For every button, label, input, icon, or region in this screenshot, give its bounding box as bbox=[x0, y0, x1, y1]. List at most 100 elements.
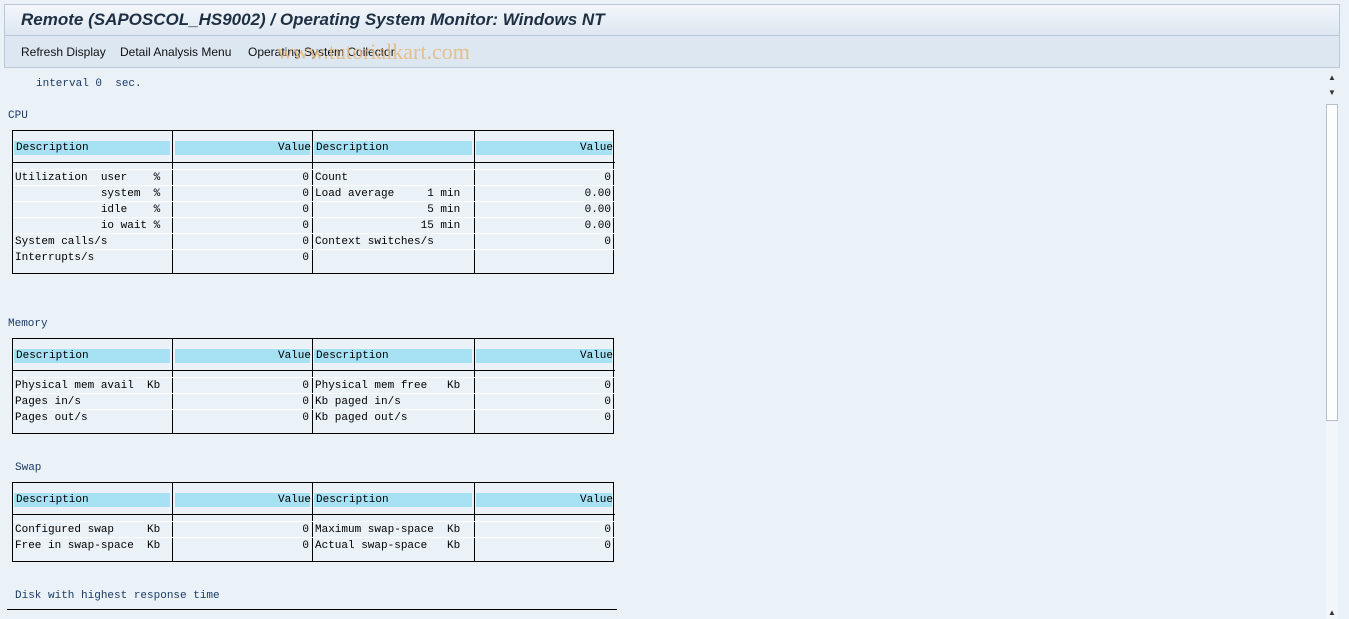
detail-analysis-menu-button[interactable]: Detail Analysis Menu bbox=[120, 45, 231, 59]
description-cell: Interrupts/s bbox=[15, 252, 95, 264]
description-cell: Maximum swap-space Kb bbox=[315, 524, 461, 536]
row-separator bbox=[14, 377, 614, 378]
description-cell: Kb paged out/s bbox=[315, 412, 408, 424]
value-cell: 0 bbox=[604, 396, 611, 408]
description-cell: System calls/s bbox=[15, 236, 108, 248]
description-cell: Pages in/s bbox=[15, 396, 82, 408]
report-area: interval 0 sec. CPU Description Value Desc… bbox=[4, 69, 1324, 619]
description-cell: 5 min bbox=[315, 204, 461, 216]
scroll-up-icon[interactable]: ▲ bbox=[1326, 72, 1338, 84]
scroll-down-icon[interactable]: ▼ bbox=[1326, 87, 1338, 99]
description-cell: Kb paged in/s bbox=[315, 396, 401, 408]
value-cell: 0 bbox=[302, 204, 309, 216]
value-cell: 0.00 bbox=[584, 204, 611, 216]
disk-section-label: Disk with highest response time bbox=[15, 590, 220, 602]
value-cell: 0 bbox=[302, 172, 309, 184]
description-cell: Load average 1 min bbox=[315, 188, 461, 200]
column-header-value: Value bbox=[277, 350, 311, 362]
description-cell: Physical mem free Kb bbox=[315, 380, 461, 392]
value-cell: 0 bbox=[604, 236, 611, 248]
refresh-display-button[interactable]: Refresh Display bbox=[21, 45, 106, 59]
description-cell: Actual swap-space Kb bbox=[315, 540, 461, 552]
value-cell: 0 bbox=[302, 412, 309, 424]
interval-unit: sec. bbox=[115, 78, 142, 90]
value-cell: 0 bbox=[302, 252, 309, 264]
row-separator bbox=[14, 409, 614, 410]
column-header-description: Description bbox=[316, 142, 389, 154]
description-cell: Physical mem avail Kb bbox=[15, 380, 161, 392]
description-cell: 15 min bbox=[315, 220, 461, 232]
swap-section-label: Swap bbox=[15, 462, 42, 474]
value-cell: 0 bbox=[302, 236, 309, 248]
description-cell: Free in swap-space Kb bbox=[15, 540, 161, 552]
column-divider bbox=[474, 339, 475, 433]
column-header-description: Description bbox=[316, 350, 389, 362]
value-cell: 0.00 bbox=[584, 188, 611, 200]
description-cell: Utilization user % bbox=[15, 172, 161, 184]
description-cell: Pages out/s bbox=[15, 412, 88, 424]
column-header-value: Value bbox=[277, 494, 311, 506]
title-bar: Remote (SAPOSCOL_HS9002) / Operating Sys… bbox=[4, 4, 1340, 35]
row-separator bbox=[14, 217, 614, 218]
column-divider bbox=[474, 483, 475, 561]
column-divider bbox=[474, 131, 475, 273]
description-cell: idle % bbox=[15, 204, 161, 216]
row-separator bbox=[14, 537, 614, 538]
header-divider bbox=[13, 370, 615, 371]
header-divider bbox=[13, 162, 615, 163]
value-cell: 0 bbox=[302, 380, 309, 392]
window-title: Remote (SAPOSCOL_HS9002) / Operating Sys… bbox=[21, 10, 605, 29]
interval-line: interval 0 sec. bbox=[36, 78, 142, 90]
value-cell: 0.00 bbox=[584, 220, 611, 232]
row-separator bbox=[14, 233, 614, 234]
header-divider bbox=[13, 514, 615, 515]
application-toolbar: Refresh Display Detail Analysis Menu Ope… bbox=[4, 35, 1340, 68]
description-cell: io wait % bbox=[15, 220, 161, 232]
column-header-value: Value bbox=[579, 494, 613, 506]
column-divider bbox=[172, 339, 173, 433]
cpu-section-label: CPU bbox=[8, 110, 28, 122]
column-divider bbox=[172, 131, 173, 273]
value-cell: 0 bbox=[302, 220, 309, 232]
column-header-description: Description bbox=[316, 494, 389, 506]
interval-label: interval bbox=[36, 78, 89, 90]
description-cell: Context switches/s bbox=[315, 236, 434, 248]
value-cell: 0 bbox=[604, 540, 611, 552]
column-header-description: Description bbox=[16, 350, 89, 362]
column-divider bbox=[312, 339, 313, 433]
description-cell: Configured swap Kb bbox=[15, 524, 161, 536]
value-cell: 0 bbox=[604, 380, 611, 392]
value-cell: 0 bbox=[302, 524, 309, 536]
scroll-bottom-icon[interactable]: ▲ bbox=[1326, 607, 1338, 619]
swap-table: Description Value Description Value Configur… bbox=[12, 482, 615, 562]
value-cell: 0 bbox=[302, 396, 309, 408]
column-header-description: Description bbox=[16, 494, 89, 506]
row-separator bbox=[14, 201, 614, 202]
scroll-thumb[interactable] bbox=[1326, 104, 1338, 421]
column-header-value: Value bbox=[277, 142, 311, 154]
watermark: www.tutorialkart.com bbox=[277, 39, 470, 64]
value-cell: 0 bbox=[604, 172, 611, 184]
column-header-description: Description bbox=[16, 142, 89, 154]
column-divider bbox=[172, 483, 173, 561]
column-divider bbox=[312, 131, 313, 273]
row-separator bbox=[14, 249, 614, 250]
value-cell: 0 bbox=[604, 412, 611, 424]
row-separator bbox=[14, 393, 614, 394]
column-divider bbox=[312, 483, 313, 561]
value-cell: 0 bbox=[302, 540, 309, 552]
description-cell: Count bbox=[315, 172, 349, 184]
vertical-scrollbar[interactable]: ▲ ▼ ▲ bbox=[1325, 69, 1339, 619]
description-cell: system % bbox=[15, 188, 161, 200]
memory-table: Description Value Description Value Physical… bbox=[12, 338, 615, 434]
row-separator bbox=[14, 185, 614, 186]
value-cell: 0 bbox=[604, 524, 611, 536]
cpu-table: Description Value Description Value Utilizat… bbox=[12, 130, 615, 274]
row-separator bbox=[14, 521, 614, 522]
interval-value: 0 bbox=[95, 78, 103, 90]
column-header-value: Value bbox=[579, 142, 613, 154]
disk-divider bbox=[7, 609, 617, 610]
value-cell: 0 bbox=[302, 188, 309, 200]
row-separator bbox=[14, 169, 614, 170]
memory-section-label: Memory bbox=[8, 318, 48, 330]
